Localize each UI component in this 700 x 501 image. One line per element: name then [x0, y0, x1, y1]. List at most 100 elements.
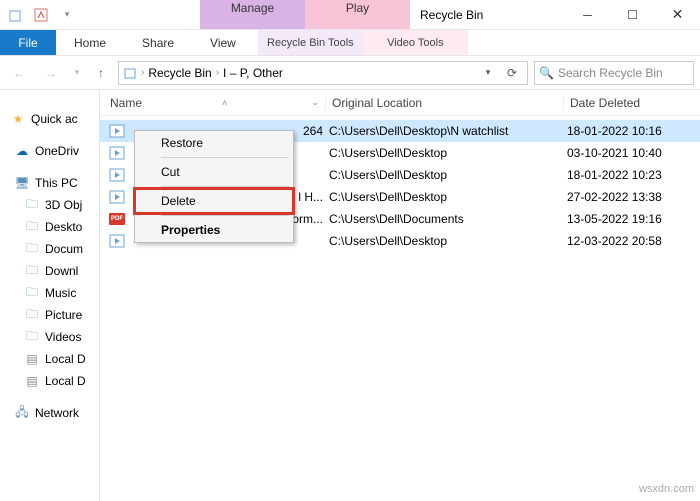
tree-label: Music: [45, 286, 76, 300]
video-file-icon: [108, 189, 126, 205]
search-placeholder: Search Recycle Bin: [558, 66, 663, 80]
file-original-location: C:\Users\Dell\Desktop: [323, 190, 561, 204]
tree-label: Downl: [45, 264, 78, 278]
file-date-deleted: 18-01-2022 10:16: [561, 124, 700, 138]
file-date-deleted: 18-01-2022 10:23: [561, 168, 700, 182]
quick-access-toolbar: ▾: [0, 0, 82, 29]
menu-separator: [161, 215, 289, 216]
context-cut[interactable]: Cut: [135, 160, 293, 184]
tree-label: OneDriv: [35, 144, 79, 158]
tree-label: 3D Obj: [45, 198, 82, 212]
refresh-button[interactable]: ⟳: [501, 62, 523, 84]
manage-context-tab[interactable]: Manage: [200, 0, 305, 29]
tree-desktop[interactable]: 🗀Deskto: [0, 216, 99, 238]
tree-label: Local D: [45, 352, 86, 366]
view-tab[interactable]: View: [192, 30, 254, 55]
folder-icon: 🗀: [24, 241, 40, 257]
recycle-bin-tools-tab[interactable]: Recycle Bin Tools: [258, 30, 363, 55]
tree-label: This PC: [35, 176, 78, 190]
onedrive-node[interactable]: ☁ OneDriv: [0, 140, 99, 162]
tree-downloads[interactable]: 🗀 Downl: [0, 260, 99, 282]
file-date-deleted: 27-02-2022 13:38: [561, 190, 700, 204]
tree-label: Videos: [45, 330, 81, 344]
network-icon: 🖧: [14, 405, 30, 421]
qat-dropdown-icon[interactable]: ▾: [56, 4, 78, 26]
tree-label: Picture: [45, 308, 82, 322]
context-properties[interactable]: Properties: [135, 218, 293, 242]
video-file-icon: [108, 145, 126, 161]
col-name-label: Name: [110, 96, 142, 110]
tree-local-disk-1[interactable]: ▤Local D: [0, 348, 99, 370]
tree-3d-objects[interactable]: 🗀 3D Obj: [0, 194, 99, 216]
up-button[interactable]: ↑: [90, 62, 112, 84]
file-original-location: C:\Users\Dell\Desktop: [323, 146, 561, 160]
tree-local-disk-2[interactable]: ▤ Local D: [0, 370, 99, 392]
file-date-deleted: 03-10-2021 10:40: [561, 146, 700, 160]
title-bar: ▾ Manage Play Recycle Bin ─ ☐ ✕: [0, 0, 700, 30]
tree-pictures[interactable]: 🗀 Picture: [0, 304, 99, 326]
folder-icon: 🗀: [24, 285, 40, 301]
file-original-location: C:\Users\Dell\Desktop: [323, 234, 561, 248]
this-pc-node[interactable]: 🖥 This PC: [0, 172, 99, 194]
folder-icon: 🗀: [24, 263, 40, 279]
file-original-location: C:\Users\Dell\Desktop\N watchlist: [323, 124, 561, 138]
column-original-location[interactable]: Original Location: [325, 96, 563, 110]
file-date-deleted: 12-03-2022 20:58: [561, 234, 700, 248]
navigation-pane[interactable]: ★ Quick ac ☁ OneDriv 🖥 This PC 🗀 3D Obj 🗀…: [0, 90, 100, 501]
column-dropdown-icon[interactable]: ⌄: [311, 97, 319, 108]
cloud-icon: ☁: [14, 143, 30, 159]
minimize-button[interactable]: ─: [565, 0, 610, 29]
column-date-deleted[interactable]: Date Deleted: [563, 96, 700, 110]
tree-label: Network: [35, 406, 79, 420]
file-tab[interactable]: File: [0, 30, 56, 55]
home-tab[interactable]: Home: [56, 30, 124, 55]
network-node[interactable]: 🖧 Network: [0, 402, 99, 424]
tree-music[interactable]: 🗀 Music: [0, 282, 99, 304]
address-dropdown-icon[interactable]: ▾: [477, 62, 499, 84]
star-icon: ★: [10, 111, 26, 127]
breadcrumb-root[interactable]: Recycle Bin: [148, 66, 211, 80]
forward-button[interactable]: →: [38, 60, 64, 86]
pdf-file-icon: PDF: [108, 211, 126, 227]
maximize-button[interactable]: ☐: [610, 0, 655, 29]
quick-access-node[interactable]: ★ Quick ac: [0, 108, 99, 130]
history-dropdown-icon[interactable]: ▾: [70, 60, 84, 86]
context-delete[interactable]: Delete: [135, 189, 293, 213]
chevron-right-icon[interactable]: ›: [141, 67, 144, 78]
address-bar[interactable]: › Recycle Bin › I – P, Other ▾ ⟳: [118, 61, 528, 85]
explorer-body: ★ Quick ac ☁ OneDriv 🖥 This PC 🗀 3D Obj 🗀…: [0, 90, 700, 501]
menu-separator: [161, 186, 289, 187]
close-button[interactable]: ✕: [655, 0, 700, 29]
folder-icon: 🗀: [24, 307, 40, 323]
recycle-bin-crumb-icon: [123, 66, 137, 80]
search-box[interactable]: 🔍 Search Recycle Bin: [534, 61, 694, 85]
video-file-icon: [108, 233, 126, 249]
context-restore[interactable]: Restore: [135, 131, 293, 155]
tree-documents[interactable]: 🗀Docum: [0, 238, 99, 260]
folder-icon: 🗀: [24, 197, 40, 213]
navigation-bar: ← → ▾ ↑ › Recycle Bin › I – P, Other ▾ ⟳…: [0, 56, 700, 90]
window-controls: ─ ☐ ✕: [565, 0, 700, 29]
properties-qat-icon[interactable]: [30, 4, 52, 26]
folder-icon: 🗀: [24, 329, 40, 345]
context-menu: Restore Cut Delete Properties: [134, 130, 294, 243]
tree-videos[interactable]: 🗀 Videos: [0, 326, 99, 348]
chevron-right-icon[interactable]: ›: [216, 67, 219, 78]
share-tab[interactable]: Share: [124, 30, 192, 55]
sort-ascending-icon: ˄: [222, 98, 227, 108]
tree-label: Local D: [45, 374, 86, 388]
breadcrumb-sub[interactable]: I – P, Other: [223, 66, 283, 80]
video-tools-tab[interactable]: Video Tools: [363, 30, 468, 55]
back-button[interactable]: ←: [6, 60, 32, 86]
pc-icon: 🖥: [14, 175, 30, 191]
watermark: wsxdn.com: [639, 483, 694, 495]
tree-label: Deskto: [45, 220, 82, 234]
hdd-icon: ▤: [24, 373, 40, 389]
video-file-icon: [108, 123, 126, 139]
file-date-deleted: 13-05-2022 19:16: [561, 212, 700, 226]
tree-label: Quick ac: [31, 112, 78, 126]
recycle-bin-icon: [4, 4, 26, 26]
play-context-tab[interactable]: Play: [305, 0, 410, 29]
file-original-location: C:\Users\Dell\Documents: [323, 212, 561, 226]
column-name[interactable]: Name ˄ ⌄: [100, 96, 325, 110]
